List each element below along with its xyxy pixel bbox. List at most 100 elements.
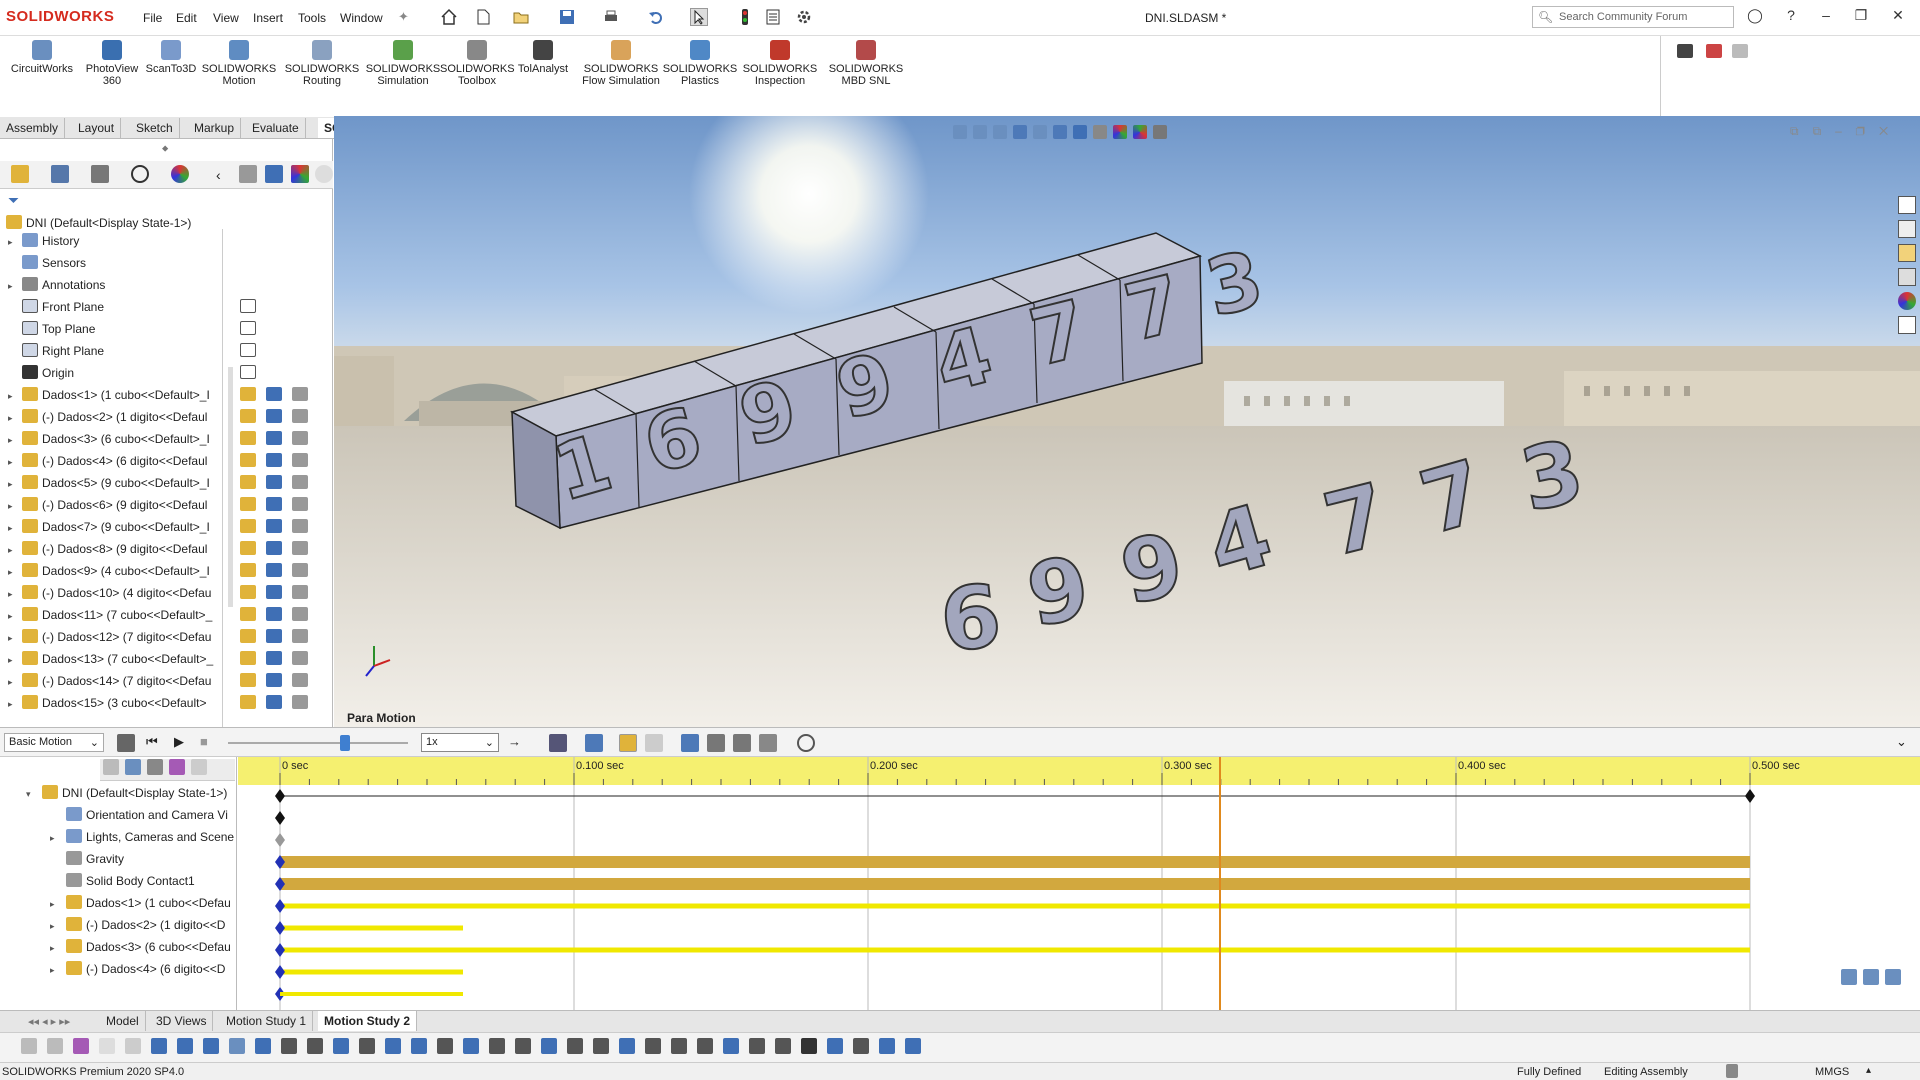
ribbon-button[interactable]: SOLIDWORKS Flow Simulation (578, 40, 664, 87)
tab-markup[interactable]: Markup (188, 118, 242, 138)
expand-arrow-icon[interactable]: ▸ (8, 479, 22, 490)
units-chevron-icon[interactable]: ▴ (1866, 1065, 1871, 1076)
display-mode-icon[interactable] (266, 497, 282, 511)
text-icon[interactable] (593, 1038, 609, 1054)
motion-tree-item[interactable]: Solid Body Contact1 (0, 873, 237, 895)
tree-root[interactable]: DNI (Default<Display State-1>) (0, 211, 232, 233)
component-state-icon[interactable] (240, 607, 256, 621)
sketch-picture-icon[interactable] (827, 1038, 843, 1054)
play-from-start-icon[interactable]: ⏮ (146, 734, 158, 750)
motion-tree-item[interactable]: ▸ Lights, Cameras and Scene (0, 829, 237, 851)
motion-tree-item[interactable]: ▾ DNI (Default<Display State-1>) (0, 785, 237, 807)
file-explorer-icon[interactable] (1898, 244, 1916, 262)
search-input[interactable]: Search Community Forum (1532, 6, 1734, 28)
repair-icon[interactable] (879, 1038, 895, 1054)
motion-expand-arrow-icon[interactable]: ▸ (50, 899, 66, 910)
tab-layout[interactable]: Layout (72, 118, 122, 138)
tree-item[interactable]: ▸ (-) Dados<14> (7 digito<<Defau (0, 673, 232, 695)
print-icon[interactable] (602, 8, 620, 26)
keyframe-diamond[interactable] (275, 899, 285, 913)
filter-results-icon[interactable] (169, 759, 185, 775)
mate-ref-icon[interactable] (292, 431, 308, 445)
menu-insert[interactable]: Insert (253, 11, 283, 25)
timeline-tracks[interactable] (238, 757, 1920, 1010)
component-state-icon[interactable] (240, 585, 256, 599)
graphics-viewport[interactable]: 16994773 6994773 ⧉⧉–❐✕ Para Motion (334, 116, 1920, 727)
help-icon[interactable]: ? (1780, 7, 1802, 27)
screen-capture-icon[interactable] (1732, 44, 1748, 58)
force-icon[interactable] (759, 734, 777, 752)
component-bar[interactable] (280, 903, 1750, 909)
tree-item[interactable]: ▸ Dados<13> (7 cubo<<Default>_ (0, 651, 232, 673)
auto-expand-icon[interactable] (191, 759, 207, 775)
tab-evaluate[interactable]: Evaluate (246, 118, 306, 138)
menu-file[interactable]: File (143, 11, 162, 25)
mate-ref-icon[interactable] (292, 673, 308, 687)
tree-scrollbar[interactable] (228, 367, 233, 607)
motion-tree-item[interactable]: Orientation and Camera Vi (0, 807, 237, 829)
pin-icon[interactable]: ✦ (398, 9, 409, 25)
tree-item[interactable]: ▸ Annotations (0, 277, 232, 299)
autokey-icon[interactable] (619, 734, 637, 752)
expand-arrow-icon[interactable]: ▸ (8, 501, 22, 512)
mate-ref-icon[interactable] (292, 629, 308, 643)
save-animation-icon[interactable] (549, 734, 567, 752)
tree-item[interactable]: ▸ (-) Dados<2> (1 digito<<Defaul (0, 409, 232, 431)
tree-item[interactable]: ▸ Dados<1> (1 cubo<<Default>_I (0, 387, 232, 409)
cube-tool-icon[interactable] (255, 1038, 271, 1054)
expand-arrow-icon[interactable]: ▸ (8, 545, 22, 556)
animation-wizard-icon[interactable] (585, 734, 603, 752)
configuration-manager-tab-icon[interactable] (91, 165, 109, 183)
camera-icon[interactable] (1677, 44, 1693, 58)
feature-manager-tab-icon[interactable] (11, 165, 29, 183)
keyframe-diamond[interactable] (1745, 789, 1755, 803)
chevron-left-icon[interactable]: ‹ (216, 167, 221, 183)
expand-arrow-icon[interactable]: ▸ (8, 677, 22, 688)
scale-icon[interactable] (541, 1038, 557, 1054)
view-palette-icon[interactable] (1898, 268, 1916, 286)
tree-item[interactable]: ▸ Dados<11> (7 cubo<<Default>_ (0, 607, 232, 629)
display-style-icon[interactable] (1073, 124, 1087, 139)
mate-ref-icon[interactable] (292, 607, 308, 621)
view-settings-icon[interactable] (1153, 124, 1167, 139)
damper-icon[interactable] (733, 734, 751, 752)
zoom-in-icon[interactable] (1841, 969, 1857, 985)
mate-ref-icon[interactable] (292, 497, 308, 511)
traffic-light-icon[interactable] (736, 8, 754, 26)
appearances-icon[interactable] (1898, 292, 1916, 310)
expand-arrow-icon[interactable]: ▸ (8, 457, 22, 468)
section-view-icon[interactable] (1013, 124, 1027, 139)
select-icon[interactable] (99, 1038, 115, 1054)
playback-speed-select[interactable]: 1x ⌄ (421, 733, 499, 752)
quick-snaps-icon[interactable] (905, 1038, 921, 1054)
arc-icon[interactable] (697, 1038, 713, 1054)
expand-arrow-icon[interactable]: ▸ (8, 633, 22, 644)
panel-grip-icon[interactable]: ⬥ (162, 143, 168, 154)
new-document-icon[interactable] (474, 8, 492, 26)
account-icon[interactable]: ◯ (1744, 7, 1766, 27)
playback-slider-thumb[interactable] (340, 735, 350, 751)
mate-ref-icon[interactable] (292, 453, 308, 467)
slot-icon[interactable] (749, 1038, 765, 1054)
mate-ref-icon[interactable] (292, 695, 308, 709)
display-mode-icon[interactable] (266, 541, 282, 555)
keyframe-diamond[interactable] (275, 943, 285, 957)
contact-bar[interactable] (280, 878, 1750, 890)
motion-tree-item[interactable]: ▸ Dados<3> (6 cubo<<Defau (0, 939, 237, 961)
stop-icon[interactable]: ■ (200, 734, 208, 749)
render-icon[interactable] (1706, 44, 1722, 58)
component-state-icon[interactable] (240, 651, 256, 665)
rebuild-icon[interactable] (1726, 1064, 1738, 1078)
ribbon-button[interactable]: SOLIDWORKS Motion (198, 40, 280, 87)
component-bar[interactable] (280, 925, 463, 931)
study-type-select[interactable]: Basic Motion ⌄ (4, 733, 104, 752)
mate-ref-icon[interactable] (292, 541, 308, 555)
component-state-icon[interactable] (240, 409, 256, 423)
display-mode-icon[interactable] (266, 673, 282, 687)
expand-arrow-icon[interactable]: ▸ (8, 391, 22, 402)
open-folder-icon[interactable] (512, 8, 530, 26)
keyframe-diamond[interactable] (275, 965, 285, 979)
close-icon[interactable]: ✕ (1887, 7, 1909, 27)
ribbon-button[interactable]: SOLIDWORKS Inspection (740, 40, 820, 87)
circle-icon[interactable] (775, 1038, 791, 1054)
